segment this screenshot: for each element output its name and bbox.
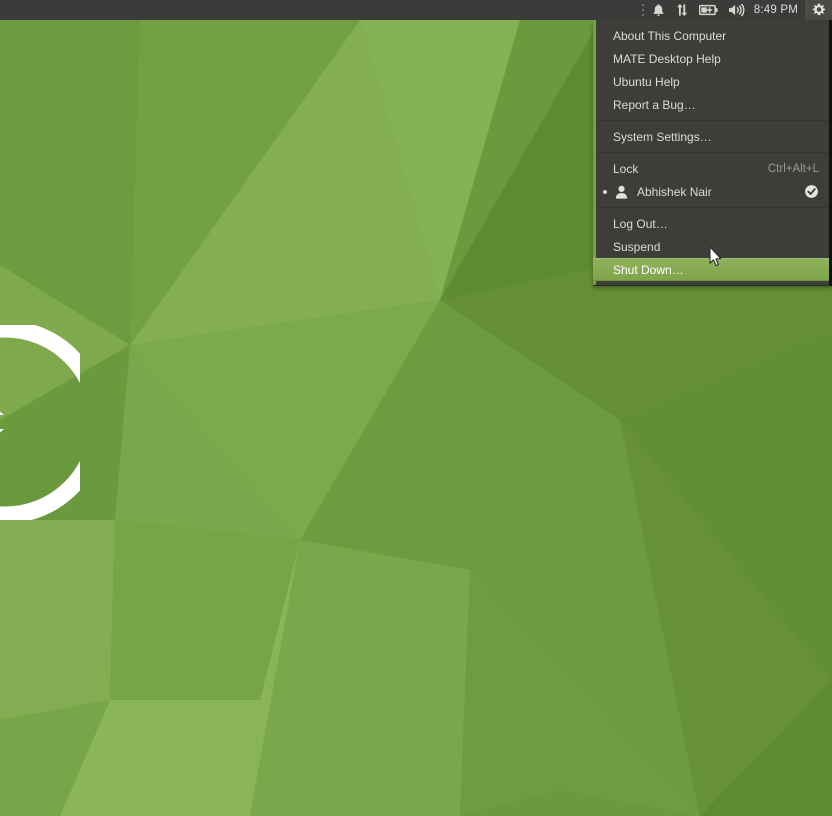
menu-item-log-out[interactable]: Log Out… [593, 212, 829, 235]
battery-icon[interactable] [694, 0, 723, 20]
volume-icon[interactable] [723, 0, 750, 20]
menu-item-label: Shut Down… [613, 262, 684, 277]
menu-item-suspend[interactable]: Suspend [593, 235, 829, 258]
menu-item-shortcut: Ctrl+Alt+L [767, 162, 819, 175]
user-avatar-icon [611, 184, 631, 200]
menu-item-label: Abhishek Nair [637, 184, 712, 199]
clock-indicator[interactable]: 8:49 PM [750, 0, 805, 20]
check-badge-icon [803, 184, 819, 200]
menu-item-label: MATE Desktop Help [613, 51, 721, 66]
menu-item-ubuntu-help[interactable]: Ubuntu Help [593, 70, 829, 93]
menu-item-shut-down[interactable]: Shut Down… [593, 258, 829, 281]
menu-item-user-abhishek-nair[interactable]: Abhishek Nair [593, 180, 829, 203]
menu-separator [593, 152, 829, 153]
bell-icon[interactable] [647, 0, 670, 20]
system-indicator-menu: About This Computer MATE Desktop Help Ub… [593, 20, 832, 286]
menu-item-about-this-computer[interactable]: About This Computer [593, 24, 829, 47]
menu-separator [593, 120, 829, 121]
menu-item-label: Lock [613, 161, 639, 176]
menu-item-label: Ubuntu Help [613, 74, 680, 89]
menu-item-mate-desktop-help[interactable]: MATE Desktop Help [593, 47, 829, 70]
menu-item-system-settings[interactable]: System Settings… [593, 125, 829, 148]
menu-item-label: System Settings… [613, 129, 712, 144]
menu-item-report-a-bug[interactable]: Report a Bug… [593, 93, 829, 116]
menu-item-lock[interactable]: Lock Ctrl+Alt+L [593, 157, 829, 180]
menu-item-label: Log Out… [613, 216, 668, 231]
menu-item-label: Report a Bug… [613, 97, 696, 112]
menu-separator [593, 207, 829, 208]
menu-item-label: Suspend [613, 239, 661, 254]
network-icon[interactable] [670, 0, 694, 20]
desktop-screen: 8:49 PM About This Computer MATE Desktop… [0, 0, 832, 816]
gear-icon[interactable] [805, 0, 832, 20]
radio-bullet-icon [599, 189, 611, 194]
top-panel: 8:49 PM [0, 0, 832, 20]
drag-handle-icon[interactable] [639, 0, 647, 20]
menu-item-label: About This Computer [613, 28, 727, 43]
